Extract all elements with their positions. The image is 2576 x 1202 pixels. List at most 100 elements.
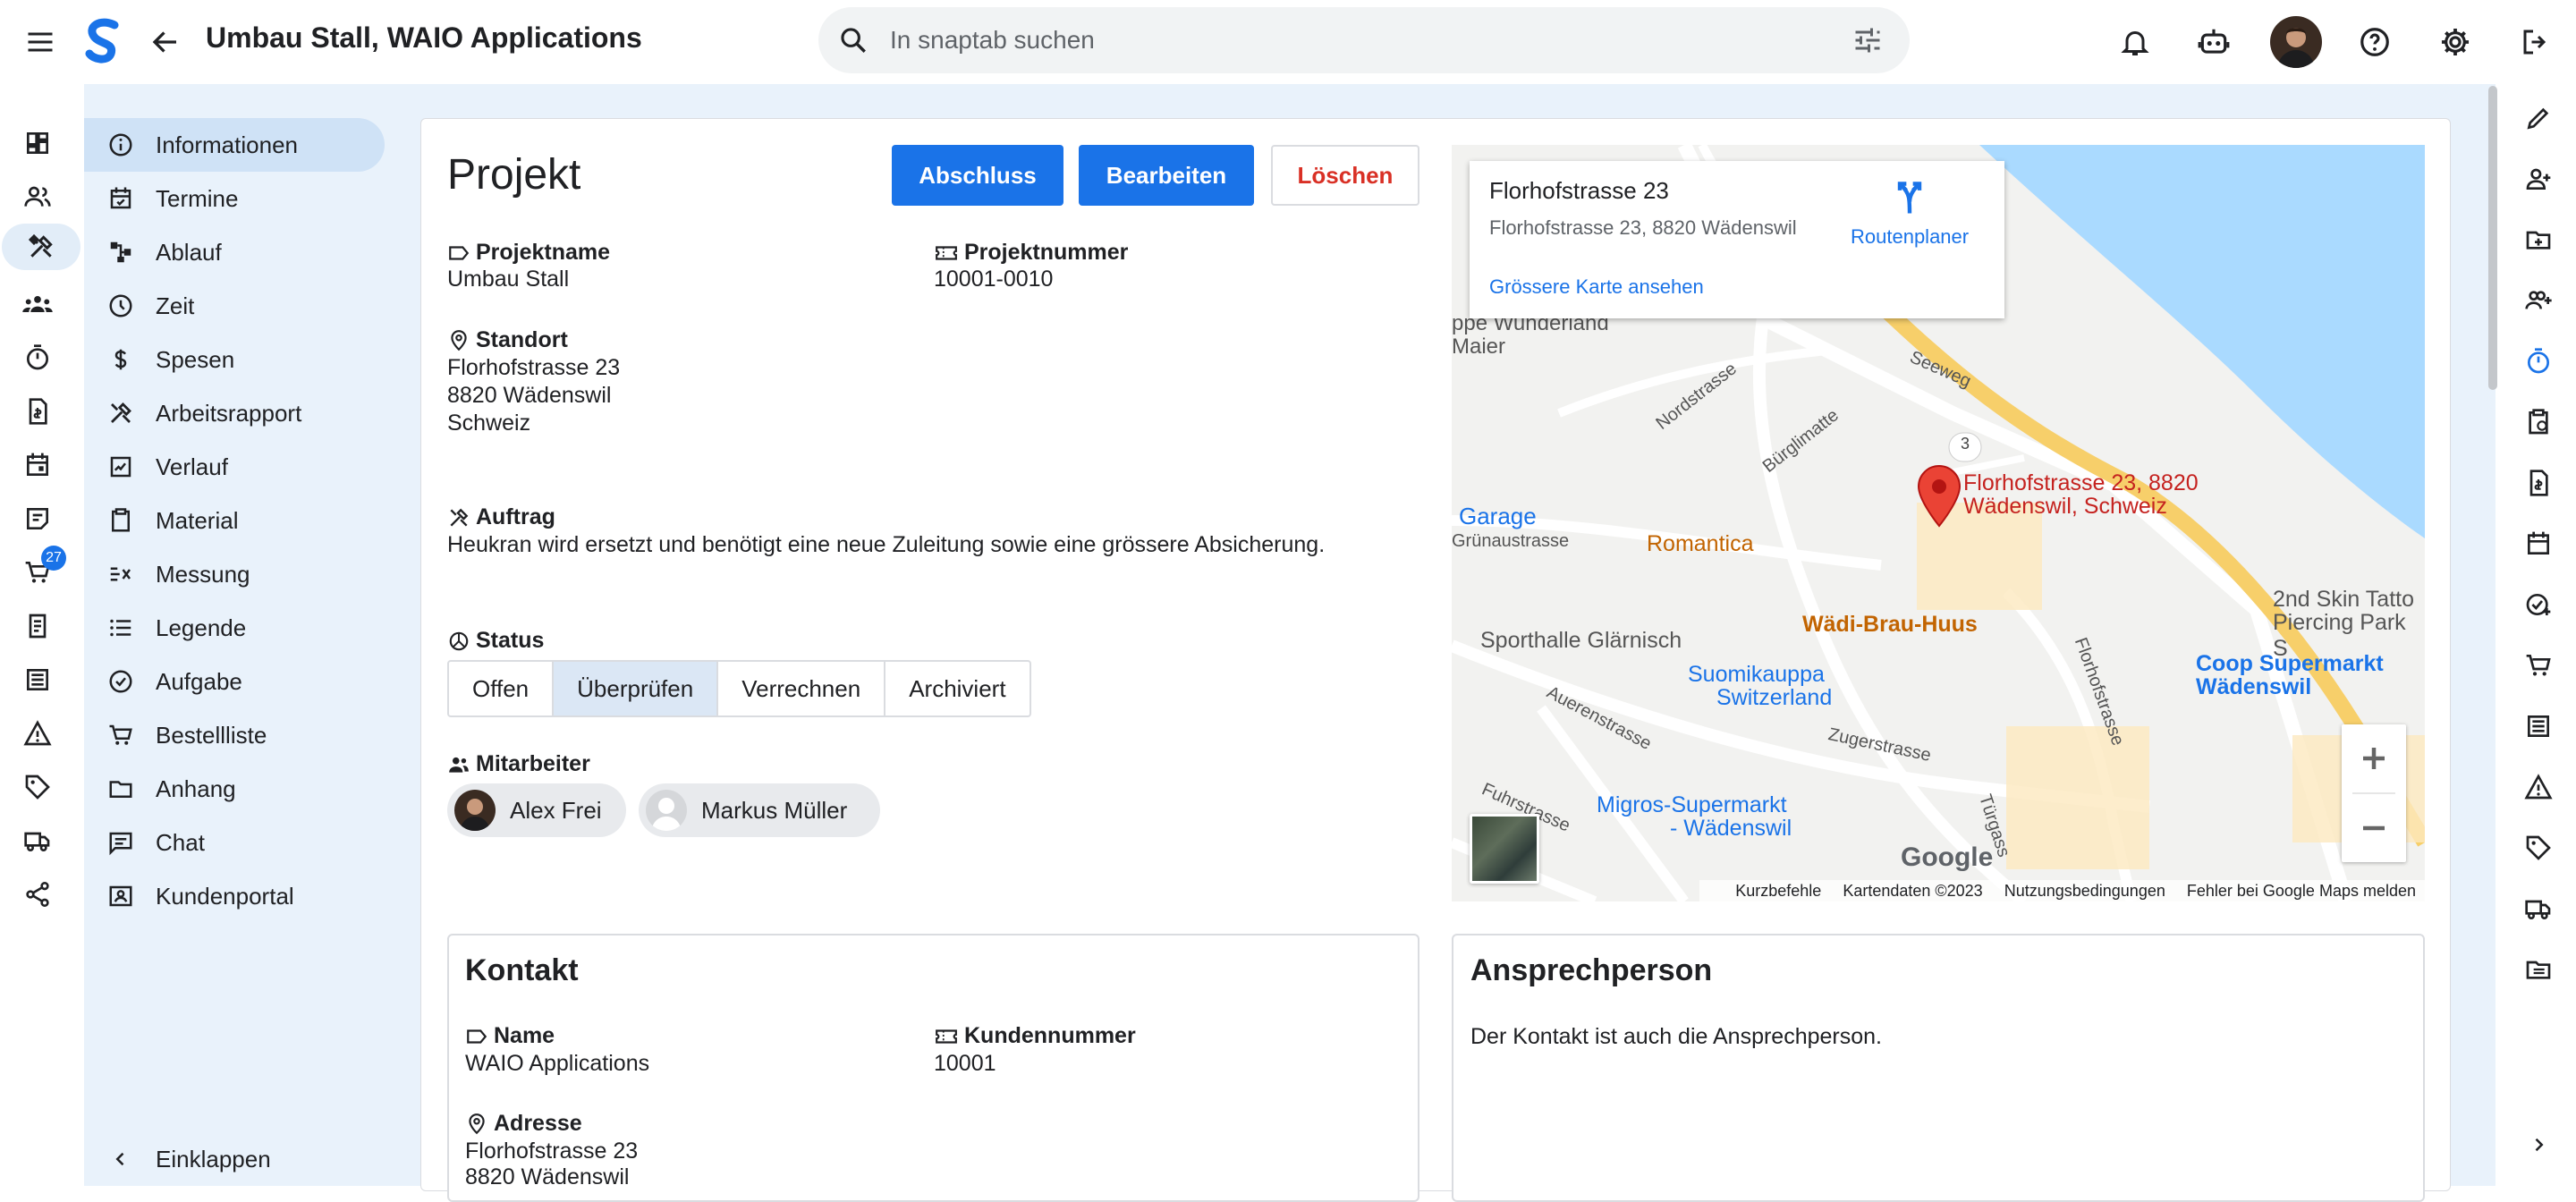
menu-icon[interactable] xyxy=(18,20,63,64)
zoom-out-button[interactable] xyxy=(2342,794,2406,862)
map-place-label: Romantica xyxy=(1647,531,1754,556)
chevron-right-icon[interactable] xyxy=(2517,1123,2560,1166)
pencil-icon[interactable] xyxy=(2517,97,2560,140)
ticket-icon xyxy=(936,245,957,260)
nav-item-verlauf[interactable]: Verlauf xyxy=(84,440,385,494)
add-group-icon[interactable] xyxy=(2517,279,2560,322)
snaptab-logo[interactable] xyxy=(80,16,125,66)
edit-button[interactable]: Bearbeiten xyxy=(1079,145,1254,206)
history-icon xyxy=(107,453,134,480)
status-option-archiviert[interactable]: Archiviert xyxy=(886,662,1029,715)
map-terms-link[interactable]: Nutzungsbedingungen xyxy=(2004,882,2165,901)
nav-item-bestellliste[interactable]: Bestellliste xyxy=(84,708,385,762)
report-icon[interactable] xyxy=(18,606,57,646)
gear-icon[interactable] xyxy=(2433,20,2478,64)
location-line-2: 8820 Wädenswil xyxy=(447,383,612,408)
search-bar[interactable] xyxy=(818,7,1910,73)
truck-icon[interactable] xyxy=(18,821,57,860)
status-option-ueberpruefen[interactable]: Überprüfen xyxy=(554,662,719,715)
project-heading: Projekt xyxy=(447,151,581,199)
route-icon[interactable] xyxy=(1890,179,1929,218)
chat-icon xyxy=(107,829,134,856)
help-icon[interactable] xyxy=(2352,20,2397,64)
left-icon-rail: 27 xyxy=(0,84,84,1186)
cart-add-icon[interactable] xyxy=(2517,644,2560,687)
nav-item-arbeitsrapport[interactable]: Arbeitsrapport xyxy=(84,386,385,440)
filter-icon[interactable] xyxy=(1847,20,1888,61)
bigger-map-link[interactable]: Grössere Karte ansehen xyxy=(1489,275,1704,299)
address-label: Adresse xyxy=(465,1111,582,1137)
tag-icon[interactable] xyxy=(2517,826,2560,869)
nav-item-messung[interactable]: Messung xyxy=(84,547,385,601)
tag-icon[interactable] xyxy=(18,767,57,807)
collapse-button[interactable]: Einklappen xyxy=(84,1132,385,1186)
check-circle-icon xyxy=(107,668,134,695)
zoom-in-button[interactable] xyxy=(2342,724,2406,792)
nav-item-material[interactable]: Material xyxy=(84,494,385,547)
map-data-credit: Kartendaten ©2023 xyxy=(1843,881,1983,900)
map-shortcuts-link[interactable]: Kurzbefehle xyxy=(1735,882,1821,901)
contacts-icon[interactable] xyxy=(18,177,57,216)
staff-chip[interactable]: Markus Müller xyxy=(639,783,880,837)
notes-icon[interactable] xyxy=(18,499,57,538)
nav-item-informationen[interactable]: Informationen xyxy=(84,118,385,172)
list-icon[interactable] xyxy=(2517,705,2560,748)
list-icon[interactable] xyxy=(18,660,57,699)
pin-icon xyxy=(451,329,467,351)
satellite-toggle[interactable] xyxy=(1470,814,1539,884)
nav-item-termine[interactable]: Termine xyxy=(84,172,385,225)
nav-item-label: Chat xyxy=(156,829,205,856)
route-planner-link[interactable]: Routenplaner xyxy=(1851,225,1969,249)
close-project-button[interactable]: Abschluss xyxy=(892,145,1063,206)
user-avatar[interactable] xyxy=(2270,16,2322,68)
nav-item-ablauf[interactable]: Ablauf xyxy=(84,225,385,279)
staff-chip[interactable]: Alex Frei xyxy=(447,783,626,837)
nav-item-spesen[interactable]: Spesen xyxy=(84,333,385,386)
nav-item-legende[interactable]: Legende xyxy=(84,601,385,655)
clipboard-time-icon[interactable] xyxy=(2517,401,2560,444)
projects-tools-icon[interactable] xyxy=(2,224,80,270)
map-report-link[interactable]: Fehler bei Google Maps melden xyxy=(2187,882,2416,901)
logout-icon[interactable] xyxy=(2513,20,2558,64)
folder-list-icon[interactable] xyxy=(2517,948,2560,991)
status-option-verrechnen[interactable]: Verrechnen xyxy=(718,662,886,715)
warning-icon[interactable] xyxy=(2517,766,2560,808)
dashboard-icon[interactable] xyxy=(18,123,57,163)
minus-icon xyxy=(2363,825,2385,831)
add-folder-icon[interactable] xyxy=(2517,218,2560,261)
nav-item-aufgabe[interactable]: Aufgabe xyxy=(84,655,385,708)
team-icon[interactable] xyxy=(18,284,57,324)
map-marker-icon[interactable] xyxy=(1917,465,1962,528)
calendar-icon[interactable] xyxy=(18,445,57,485)
task-add-icon[interactable] xyxy=(2517,583,2560,626)
search-input[interactable] xyxy=(890,18,1784,63)
nav-item-anhang[interactable]: Anhang xyxy=(84,762,385,816)
truck-icon[interactable] xyxy=(2517,887,2560,930)
warning-icon[interactable] xyxy=(18,714,57,753)
status-option-offen[interactable]: Offen xyxy=(449,662,555,715)
invoice-icon[interactable] xyxy=(2517,461,2560,504)
bell-icon[interactable] xyxy=(2113,20,2157,64)
nav-item-label: Zeit xyxy=(156,292,195,319)
nav-item-kundenportal[interactable]: Kundenportal xyxy=(84,869,385,923)
page-title: Umbau Stall, WAIO Applications xyxy=(206,21,642,54)
scrollbar[interactable] xyxy=(2488,86,2497,390)
nav-item-zeit[interactable]: Zeit xyxy=(84,279,385,333)
map-place-label: Sporthalle Glärnisch xyxy=(1480,628,1682,653)
staff-name: Alex Frei xyxy=(510,796,602,824)
back-arrow-icon[interactable] xyxy=(143,20,188,64)
timer-icon[interactable] xyxy=(18,338,57,377)
calendar-add-icon[interactable] xyxy=(2517,522,2560,565)
share-icon[interactable] xyxy=(18,875,57,914)
map-footer: Kurzbefehle Kartendaten ©2023 Nutzungsbe… xyxy=(1699,880,2425,902)
robot-icon[interactable] xyxy=(2191,20,2236,64)
timer-icon[interactable] xyxy=(2517,340,2560,383)
invoice-icon[interactable] xyxy=(18,392,57,431)
add-person-icon[interactable] xyxy=(2517,157,2560,200)
right-action-rail xyxy=(2501,84,2576,1186)
location-label: Standort xyxy=(447,327,568,353)
map-info-title: Florhofstrasse 23 xyxy=(1489,177,1669,204)
delete-button[interactable]: Löschen xyxy=(1271,145,1419,206)
nav-item-chat[interactable]: Chat xyxy=(84,816,385,869)
map-place-label: 2nd Skin Tatto xyxy=(2273,587,2414,612)
